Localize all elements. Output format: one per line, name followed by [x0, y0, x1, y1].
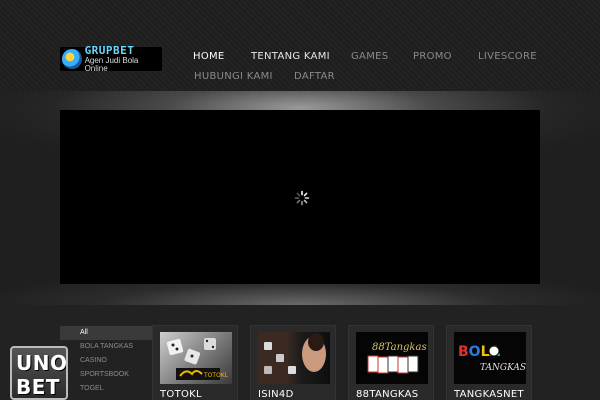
nav-games[interactable]: GAMES: [351, 51, 388, 62]
nav-daftar[interactable]: DAFTAR: [294, 71, 335, 82]
logo-tagline: Agen Judi Bola Online: [84, 56, 139, 73]
slider-stage: [0, 91, 600, 305]
card-thumbnail: [258, 332, 330, 384]
filter-all[interactable]: All: [60, 326, 152, 340]
card-totokl[interactable]: TOTOKL TOTOKL: [152, 325, 238, 400]
portfolio-section: All BOLA TANGKAS CASINO SPORTSBOOK TOGEL…: [0, 305, 600, 400]
filter-casino[interactable]: CASINO: [60, 354, 152, 368]
cards-icon: 88Tangkas: [367, 342, 427, 374]
thumb-text: 88Tangkas: [372, 342, 427, 353]
nav-promo[interactable]: PROMO: [413, 51, 452, 62]
card-thumbnail: BOLA TANGKAS: [454, 332, 526, 384]
thumb-text: TOTOKL: [203, 372, 229, 379]
unobet-badge[interactable]: UNO BET: [10, 346, 68, 400]
logo-brand: GRUPBET: [84, 44, 135, 57]
card-title: ISIN4D: [258, 389, 294, 400]
card-88tangkas[interactable]: 88Tangkas 88TANGKAS: [348, 325, 434, 400]
card-thumbnail: TOTOKL: [160, 332, 232, 384]
site-logo[interactable]: GRUPBET Agen Judi Bola Online: [60, 45, 162, 73]
globe-icon: [62, 49, 82, 69]
card-isin4d[interactable]: ISIN4D: [250, 325, 336, 400]
card-thumbnail: 88Tangkas: [356, 332, 428, 384]
spinner-icon: [294, 190, 310, 206]
nav-hubungi-kami[interactable]: HUBUNGI KAMI: [194, 71, 273, 82]
filter-togel[interactable]: TOGEL: [60, 382, 152, 396]
dice-icon: TOTOKL: [166, 338, 229, 380]
nav-livescore[interactable]: LIVESCORE: [478, 51, 537, 62]
card-title: 88TANGKAS: [356, 389, 419, 400]
filter-bola-tangkas[interactable]: BOLA TANGKAS: [60, 340, 152, 354]
card-tangkasnet[interactable]: BOLA TANGKAS TANGKASNET: [446, 325, 532, 400]
card-title: TANGKASNET: [454, 389, 524, 400]
header-bar: GRUPBET Agen Judi Bola Online HOME TENTA…: [0, 0, 600, 91]
badge-line2: BET: [16, 375, 61, 399]
badge-line1: UNO: [16, 351, 68, 375]
svg-text:TANGKAS: TANGKAS: [480, 363, 526, 373]
nav-tentang-kami[interactable]: TENTANG KAMI: [251, 51, 330, 62]
card-title: TOTOKL: [160, 389, 202, 400]
model-dice-icon: [264, 333, 326, 374]
image-slider[interactable]: [60, 110, 540, 284]
bola-tangkas-logo: BOLA TANGKAS: [458, 344, 526, 373]
category-filter: All BOLA TANGKAS CASINO SPORTSBOOK TOGEL: [60, 326, 152, 396]
nav-home[interactable]: HOME: [193, 51, 225, 62]
filter-sportsbook[interactable]: SPORTSBOOK: [60, 368, 152, 382]
logo-text: GRUPBET Agen Judi Bola Online: [85, 45, 162, 73]
